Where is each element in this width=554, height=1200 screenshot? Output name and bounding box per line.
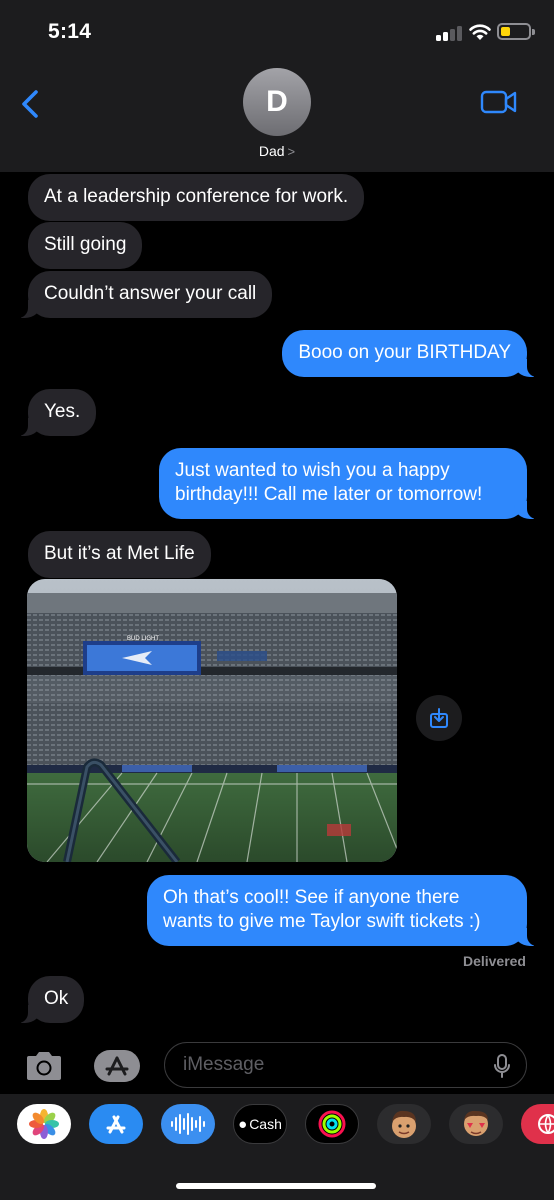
camera-icon[interactable]	[24, 1050, 64, 1082]
memoji-stickers-icon[interactable]	[449, 1104, 503, 1144]
message-text: At a leadership conference for work.	[44, 186, 349, 207]
save-image-button[interactable]	[416, 695, 462, 741]
back-button[interactable]	[16, 84, 50, 124]
message-text: Just wanted to wish you a happy birthday…	[175, 460, 483, 505]
message-incoming[interactable]: Yes.	[17, 389, 97, 436]
audio-icon[interactable]	[161, 1104, 215, 1144]
status-bar: 5:14	[0, 0, 554, 62]
message-text: Oh that’s cool!! See if anyone there wan…	[163, 887, 481, 932]
message-incoming[interactable]: At a leadership conference for work.	[28, 174, 365, 221]
apple-cash-icon[interactable]: ● Cash	[233, 1104, 287, 1144]
app-store-icon	[94, 1050, 140, 1082]
download-icon	[430, 708, 448, 728]
contact-name-button[interactable]: Dad >	[0, 143, 554, 159]
message-incoming[interactable]: Couldn’t answer your call	[17, 271, 273, 318]
message-outgoing[interactable]: Booo on your BIRTHDAY	[282, 330, 537, 377]
chevron-right-icon: >	[287, 144, 296, 159]
cash-label: Cash	[249, 1116, 282, 1132]
stadium-photo[interactable]: BUD LIGHT	[27, 579, 397, 862]
status-time: 5:14	[48, 20, 92, 43]
cellular-signal-icon	[436, 25, 464, 41]
apps-button[interactable]	[92, 1047, 144, 1085]
message-text: Still going	[44, 234, 127, 255]
photos-icon[interactable]	[17, 1104, 71, 1144]
app-store-icon[interactable]	[89, 1104, 143, 1144]
wifi-icon	[469, 24, 491, 40]
apple-logo-icon: ●	[238, 1115, 248, 1133]
stadium-image: BUD LIGHT	[27, 579, 397, 862]
message-outgoing[interactable]: Just wanted to wish you a happy birthday…	[159, 448, 537, 519]
memoji-icon[interactable]	[377, 1104, 431, 1144]
delivered-status: Delivered	[462, 953, 526, 969]
contact-avatar[interactable]: D	[243, 68, 311, 136]
microphone-icon[interactable]	[493, 1054, 511, 1078]
contact-initial: D	[266, 85, 288, 118]
contact-name: Dad	[258, 143, 285, 159]
message-outgoing[interactable]: Oh that’s cool!! See if anyone there wan…	[147, 875, 537, 946]
message-text: Couldn’t answer your call	[44, 283, 257, 304]
web-icon[interactable]	[521, 1104, 554, 1144]
message-text: Booo on your BIRTHDAY	[298, 342, 511, 363]
home-indicator[interactable]	[176, 1183, 376, 1189]
message-incoming[interactable]: Ok	[17, 976, 85, 1023]
message-text: Yes.	[44, 401, 81, 422]
message-incoming[interactable]: Still going	[28, 222, 143, 269]
scoreboard-text: BUD LIGHT	[127, 636, 159, 642]
message-text: Ok	[44, 988, 69, 1009]
imessage-input[interactable]	[164, 1042, 527, 1088]
conversation-header: D Dad >	[0, 62, 554, 172]
message-incoming[interactable]: But it’s at Met Life	[28, 531, 211, 578]
facetime-video-icon[interactable]	[480, 88, 518, 116]
battery-icon	[497, 23, 535, 40]
message-text: But it’s at Met Life	[44, 543, 195, 564]
activity-icon[interactable]	[305, 1104, 359, 1144]
